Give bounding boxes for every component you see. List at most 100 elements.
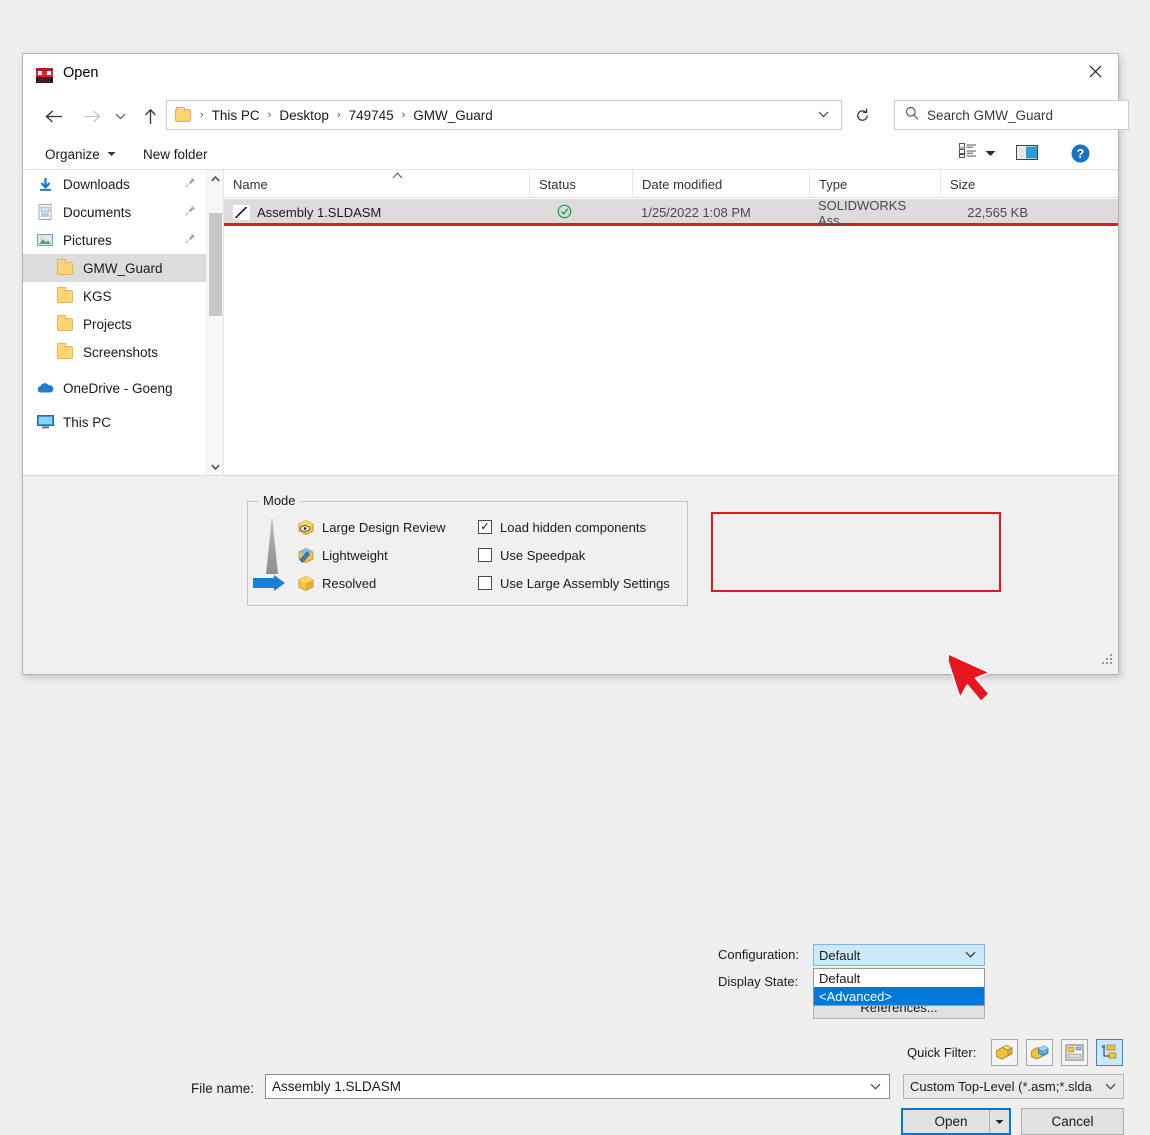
open-button[interactable]: Open [901, 1108, 1011, 1135]
address-chevron-down-icon[interactable] [818, 109, 829, 121]
chevron-down-icon [107, 149, 116, 159]
column-header-type[interactable]: Type [809, 170, 940, 198]
scrollbar-thumb[interactable] [209, 213, 222, 316]
column-header-name[interactable]: Name [224, 170, 529, 198]
mode-option-lightweight[interactable]: Lightweight [296, 542, 388, 568]
mode-option-large-design-review[interactable]: Large Design Review [296, 514, 446, 540]
sidebar-item-projects[interactable]: Projects [23, 310, 206, 338]
options-panel: Mode Large Design Review Lightweight Res… [23, 475, 1124, 1135]
new-folder-button[interactable]: New folder [143, 143, 208, 165]
search-icon [905, 106, 919, 125]
file-type-dropdown[interactable]: Custom Top-Level (*.asm;*.slda [903, 1074, 1124, 1099]
sidebar-item-label: OneDrive - Goeng [63, 380, 173, 396]
mode-option-resolved[interactable]: Resolved [296, 570, 376, 596]
open-split-dropdown-icon[interactable] [989, 1110, 1009, 1133]
table-row[interactable]: Assembly 1.SLDASM 1/25/2022 1:08 PM SOLI… [224, 198, 1118, 228]
file-name-cell[interactable]: Assembly 1.SLDASM [224, 199, 529, 226]
configuration-dropdown-list[interactable]: Default <Advanced> [813, 968, 985, 1006]
chevron-down-icon[interactable] [1105, 1081, 1116, 1093]
file-name-value: Assembly 1.SLDASM [272, 1079, 402, 1094]
breadcrumb-this-pc[interactable]: This PC [209, 108, 263, 123]
forward-icon[interactable] [77, 100, 107, 132]
sldasm-file-icon [233, 205, 250, 220]
checkbox-unchecked-icon[interactable] [478, 548, 492, 562]
filter-top-level-icon[interactable] [1096, 1039, 1123, 1066]
navigation-bar: › This PC › Desktop › 749745 › GMW_Guard [23, 96, 1129, 138]
sidebar-item-kgs[interactable]: KGS [23, 282, 206, 310]
recent-locations-chevron-down-icon[interactable] [109, 100, 131, 132]
mode-group-box: Mode Large Design Review Lightweight Res… [247, 493, 688, 606]
new-folder-label: New folder [143, 146, 208, 162]
checkbox-load-hidden-components[interactable]: ✓ Load hidden components [478, 514, 646, 540]
close-button[interactable] [1072, 54, 1118, 88]
resize-grip[interactable] [1101, 653, 1114, 671]
back-icon[interactable] [39, 100, 69, 132]
column-header-status[interactable]: Status [529, 170, 632, 198]
sidebar-item-label: Downloads [63, 176, 130, 192]
configuration-label: Configuration: [718, 947, 799, 962]
sidebar-item-onedrive[interactable]: OneDrive - Goeng [23, 374, 206, 402]
filter-drawing-icon[interactable] [1061, 1039, 1088, 1066]
command-bar: Organize New folder ? [23, 138, 1118, 170]
breadcrumb-749745[interactable]: 749745 [346, 108, 397, 123]
sidebar-item-gmw-guard[interactable]: GMW_Guard [23, 254, 206, 282]
folder-icon [55, 258, 75, 275]
checkbox-use-speedpak[interactable]: Use Speedpak [478, 542, 585, 568]
scroll-up-arrow-icon[interactable] [207, 170, 223, 187]
sidebar-item-label: Projects [83, 316, 132, 332]
breadcrumb-gmw-guard[interactable]: GMW_Guard [410, 108, 496, 123]
open-file-dialog: 2021 Open › This PC › Desktop › 749745 ›… [22, 53, 1129, 1135]
sidebar-scrollbar[interactable] [206, 170, 223, 475]
cancel-button[interactable]: Cancel [1021, 1108, 1124, 1135]
column-header-date[interactable]: Date modified [632, 170, 809, 198]
preview-pane-icon[interactable] [1016, 144, 1038, 167]
sidebar-item-this-pc[interactable]: This PC [23, 408, 206, 436]
checkbox-label: Use Large Assembly Settings [500, 575, 670, 591]
checkbox-use-large-assembly-settings[interactable]: Use Large Assembly Settings [478, 570, 670, 596]
help-icon[interactable]: ? [1071, 144, 1090, 168]
sidebar-item-pictures[interactable]: Pictures [23, 226, 206, 254]
quick-filter-label: Quick Filter: [907, 1045, 977, 1060]
refresh-icon[interactable] [847, 100, 877, 130]
checkbox-checked-icon[interactable]: ✓ [478, 520, 492, 534]
chevron-down-icon[interactable] [965, 949, 976, 961]
checkbox-unchecked-icon[interactable] [478, 576, 492, 590]
sidebar-item-label: Pictures [63, 232, 112, 248]
file-size-cell: 22,565 KB [967, 205, 1028, 220]
view-mode-button[interactable] [959, 143, 996, 163]
this-pc-icon [35, 415, 55, 429]
lightweight-icon [296, 546, 322, 564]
address-bar[interactable]: › This PC › Desktop › 749745 › GMW_Guard [166, 100, 842, 130]
breadcrumb-separator: › [401, 109, 406, 121]
dropdown-option-default[interactable]: Default [814, 969, 984, 987]
search-input[interactable]: Search GMW_Guard [894, 100, 1129, 130]
filter-assembly-icon[interactable] [1026, 1039, 1053, 1066]
cloud-available-check-icon [557, 204, 572, 222]
chevron-down-icon[interactable] [870, 1081, 881, 1093]
pin-icon[interactable] [185, 205, 196, 219]
view-mode-chevron-down-icon[interactable] [985, 144, 996, 162]
up-one-level-icon[interactable] [135, 100, 165, 132]
filter-part-icon[interactable] [991, 1039, 1018, 1066]
sidebar-item-label: Documents [63, 204, 132, 220]
blue-arrow-pointer-icon [252, 574, 286, 597]
sidebar-item-documents[interactable]: Documents [23, 198, 206, 226]
address-folder-icon [175, 106, 191, 122]
title-bar: 2021 Open [23, 54, 1118, 96]
file-name-input[interactable]: Assembly 1.SLDASM [265, 1074, 890, 1099]
breadcrumb-desktop[interactable]: Desktop [276, 108, 332, 123]
scroll-down-arrow-icon[interactable] [207, 458, 223, 475]
configuration-dropdown[interactable]: Default [813, 944, 985, 966]
file-date-cell: 1/25/2022 1:08 PM [641, 205, 751, 220]
open-button-label: Open [934, 1114, 968, 1129]
checkbox-label: Use Speedpak [500, 547, 586, 563]
sidebar-item-downloads[interactable]: Downloads [23, 170, 206, 198]
column-header-size[interactable]: Size [940, 170, 1042, 198]
dropdown-option-advanced[interactable]: <Advanced> [814, 987, 984, 1005]
organize-button[interactable]: Organize [45, 143, 116, 165]
breadcrumb-separator: › [200, 109, 204, 121]
folder-icon [55, 342, 75, 359]
pin-icon[interactable] [185, 233, 196, 247]
pin-icon[interactable] [185, 177, 196, 191]
sidebar-item-screenshots[interactable]: Screenshots [23, 338, 206, 366]
